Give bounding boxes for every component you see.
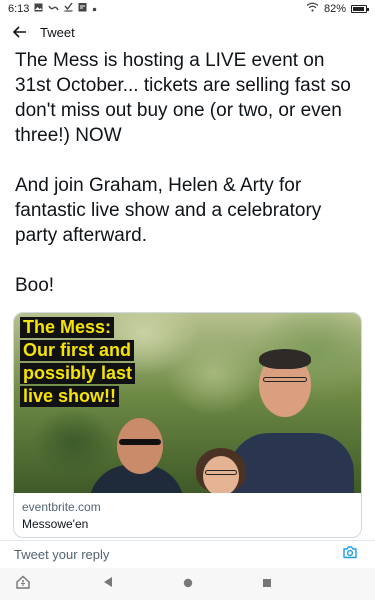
card-image: The Mess: Our first and possibly last li… bbox=[14, 313, 361, 493]
card-domain: eventbrite.com bbox=[22, 500, 101, 514]
home-accessibility-button[interactable] bbox=[15, 575, 31, 594]
tweet-paragraph: The Mess is hosting a LIVE event on 31st… bbox=[15, 50, 351, 146]
reply-input[interactable] bbox=[14, 547, 339, 562]
gallery-icon bbox=[34, 3, 43, 15]
card-meta: eventbrite.com Messowe'en bbox=[14, 493, 361, 537]
download-icon bbox=[64, 2, 73, 15]
squiggle-icon bbox=[48, 3, 60, 15]
person-left bbox=[89, 413, 199, 493]
calendar-icon bbox=[78, 2, 87, 15]
card-title: Messowe'en bbox=[22, 517, 89, 531]
status-left: 6:13 bbox=[8, 2, 97, 15]
battery-icon bbox=[351, 4, 369, 13]
battery-fill bbox=[353, 6, 365, 11]
status-time: 6:13 bbox=[8, 2, 30, 15]
tweet-text: The Mess is hosting a LIVE event on 31st… bbox=[15, 48, 365, 298]
arrow-left-icon bbox=[12, 22, 27, 43]
nav-home-button[interactable] bbox=[180, 576, 196, 592]
card-overlay-text: The Mess: Our first and possibly last li… bbox=[20, 317, 190, 409]
system-nav-bar bbox=[0, 568, 375, 600]
reply-bar bbox=[0, 540, 375, 568]
overlay-line: The Mess: bbox=[20, 317, 115, 338]
camera-button[interactable] bbox=[339, 544, 361, 566]
nav-back-button[interactable] bbox=[100, 576, 116, 592]
tweet-paragraph: And join Graham, Helen & Arty for fantas… bbox=[15, 175, 322, 246]
tweet-paragraph: Boo! bbox=[15, 275, 55, 296]
recents-square-icon bbox=[262, 575, 272, 593]
camera-icon bbox=[342, 545, 358, 564]
person-middle bbox=[194, 448, 254, 493]
overlay-line: live show!! bbox=[20, 386, 120, 407]
overlay-line: Our first and bbox=[20, 340, 135, 361]
battery-percent: 82% bbox=[323, 2, 346, 15]
back-triangle-icon bbox=[103, 575, 113, 593]
link-card[interactable]: The Mess: Our first and possibly last li… bbox=[13, 312, 362, 538]
home-accessibility-icon bbox=[16, 575, 30, 594]
back-button[interactable] bbox=[0, 20, 40, 44]
status-bar: 6:13 82% bbox=[0, 0, 375, 17]
dot-icon bbox=[92, 3, 97, 15]
app-bar: Tweet bbox=[0, 20, 375, 44]
nav-recents-button[interactable] bbox=[259, 576, 275, 592]
wifi-icon bbox=[306, 2, 319, 15]
status-right: 82% bbox=[306, 2, 369, 15]
page-title: Tweet bbox=[40, 24, 75, 40]
home-circle-icon bbox=[183, 575, 193, 593]
overlay-line: possibly last bbox=[20, 363, 136, 384]
